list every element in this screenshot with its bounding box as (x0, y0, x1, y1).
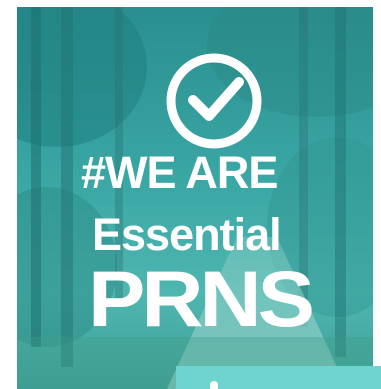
image-frame: #WE ARE Essential PRNS (0, 0, 381, 389)
checkmark-circle-icon (166, 53, 262, 149)
overlay-card-marker (210, 381, 218, 389)
prns-heading: PRNS (88, 255, 315, 344)
poster-content: #WE ARE Essential PRNS (17, 7, 373, 389)
overlay-card (176, 366, 381, 389)
poster-panel: #WE ARE Essential PRNS (17, 7, 373, 389)
essential-heading: Essential (92, 209, 282, 260)
hashtag-heading: #WE ARE (81, 147, 278, 198)
